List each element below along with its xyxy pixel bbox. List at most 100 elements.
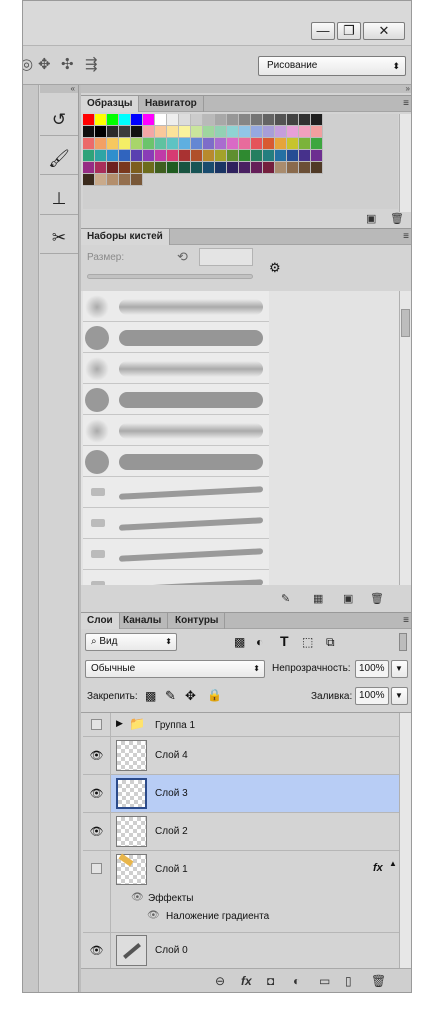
brush-preset-item[interactable]	[83, 539, 269, 570]
grid-view-icon[interactable]: ▦	[313, 592, 323, 605]
color-swatch[interactable]	[215, 126, 227, 138]
color-swatch[interactable]	[143, 126, 155, 138]
panels-collapse-bar[interactable]: »	[81, 85, 411, 93]
color-swatch[interactable]	[95, 162, 107, 174]
color-swatch[interactable]	[167, 114, 179, 126]
color-swatch[interactable]	[287, 114, 299, 126]
color-swatch[interactable]	[119, 162, 131, 174]
color-swatch[interactable]	[299, 150, 311, 162]
effect-gradient-overlay[interactable]: Наложение градиента	[166, 911, 269, 922]
color-swatch[interactable]	[167, 162, 179, 174]
color-swatch[interactable]	[143, 138, 155, 150]
color-swatch[interactable]	[299, 138, 311, 150]
scroll-thumb[interactable]	[401, 309, 410, 337]
lock-position-icon[interactable]: ✥	[185, 688, 196, 704]
adjustment-layer-icon[interactable]: ◐	[293, 974, 300, 988]
color-swatch[interactable]	[239, 162, 251, 174]
color-swatch[interactable]	[107, 114, 119, 126]
tab-swatches[interactable]: Образцы	[81, 96, 140, 112]
color-swatch[interactable]	[203, 114, 215, 126]
layer-row-group[interactable]: ▶ 📁 Группа 1	[83, 713, 399, 737]
color-swatch[interactable]	[263, 150, 275, 162]
color-swatch[interactable]	[155, 138, 167, 150]
tab-navigator[interactable]: Навигатор	[139, 96, 204, 112]
color-swatch[interactable]	[203, 126, 215, 138]
link-layers-icon[interactable]: ⊖	[215, 974, 225, 988]
color-swatch[interactable]	[311, 114, 323, 126]
color-swatch[interactable]	[167, 150, 179, 162]
trash-icon[interactable]: 🗑	[370, 592, 384, 605]
color-swatch[interactable]	[107, 162, 119, 174]
layer-filter-select[interactable]: ⌕ Вид ⬍	[85, 633, 177, 651]
color-swatch[interactable]	[311, 150, 323, 162]
new-preset-icon[interactable]: ▣	[343, 592, 353, 605]
pixel-filter-icon[interactable]: ▩	[234, 635, 245, 649]
brush-toggle-icon[interactable]: ✎	[281, 592, 290, 605]
3d-roll-icon[interactable]: ✥	[38, 56, 51, 74]
color-swatch[interactable]	[83, 150, 95, 162]
color-swatch[interactable]	[83, 126, 95, 138]
fill-dropdown[interactable]: ▼	[391, 687, 408, 705]
color-swatch[interactable]	[251, 150, 263, 162]
brush-preset-item[interactable]	[83, 446, 269, 477]
new-swatch-icon[interactable]: ▣	[366, 212, 376, 225]
color-swatch[interactable]	[227, 138, 239, 150]
color-swatch[interactable]	[83, 138, 95, 150]
swatches-scrollbar[interactable]	[399, 114, 411, 212]
color-swatch[interactable]	[155, 150, 167, 162]
lock-all-icon[interactable]: 🔒	[207, 688, 222, 702]
layer-row-selected[interactable]: 👁 Слой 3	[83, 775, 399, 813]
brush-preset-item[interactable]	[83, 570, 269, 585]
color-swatch[interactable]	[179, 162, 191, 174]
color-swatch[interactable]	[131, 174, 143, 186]
color-swatch[interactable]	[227, 126, 239, 138]
color-swatch[interactable]	[155, 126, 167, 138]
color-swatch[interactable]	[215, 138, 227, 150]
color-swatch[interactable]	[275, 114, 287, 126]
eye-icon[interactable]: 👁	[83, 813, 111, 850]
color-swatch[interactable]	[263, 114, 275, 126]
minimize-button[interactable]: —	[311, 22, 335, 40]
3d-pan-icon[interactable]: ✣	[61, 56, 74, 74]
color-swatch[interactable]	[83, 162, 95, 174]
color-swatch[interactable]	[227, 150, 239, 162]
eye-icon[interactable]: 👁	[147, 910, 160, 921]
color-swatch[interactable]	[203, 138, 215, 150]
color-swatch[interactable]	[179, 114, 191, 126]
new-layer-icon[interactable]: ▯	[345, 974, 352, 988]
color-swatch[interactable]	[215, 162, 227, 174]
size-slider[interactable]	[87, 274, 253, 279]
color-swatch[interactable]	[239, 114, 251, 126]
opacity-dropdown[interactable]: ▼	[391, 660, 408, 678]
color-swatch[interactable]	[191, 126, 203, 138]
restore-button[interactable]: ❐	[337, 22, 361, 40]
filter-toggle[interactable]	[399, 633, 407, 651]
eye-icon[interactable]: 👁	[83, 933, 111, 968]
color-swatch[interactable]	[131, 126, 143, 138]
color-swatch[interactable]	[155, 114, 167, 126]
expand-triangle-icon[interactable]: ▶	[116, 718, 123, 729]
color-swatch[interactable]	[191, 150, 203, 162]
color-swatch[interactable]	[239, 150, 251, 162]
close-button[interactable]: ✕	[363, 22, 405, 40]
color-swatch[interactable]	[179, 150, 191, 162]
color-swatch[interactable]	[203, 162, 215, 174]
color-swatch[interactable]	[131, 150, 143, 162]
color-swatch[interactable]	[191, 114, 203, 126]
3d-rotate-icon[interactable]: ◎	[23, 56, 33, 74]
color-swatch[interactable]	[131, 114, 143, 126]
color-swatch[interactable]	[143, 114, 155, 126]
color-swatch[interactable]	[155, 162, 167, 174]
color-swatch[interactable]	[179, 126, 191, 138]
brush-preset-item[interactable]	[83, 384, 269, 415]
brush-preset-item[interactable]	[83, 508, 269, 539]
lock-pixels-icon[interactable]: ✎	[165, 688, 176, 704]
blend-mode-select[interactable]: Обычные ⬍	[85, 660, 265, 678]
panel-menu-icon[interactable]: ≡	[403, 230, 409, 243]
color-swatch[interactable]	[83, 174, 95, 186]
trash-icon[interactable]: 🗑	[371, 974, 386, 988]
brushes-scrollbar[interactable]	[399, 291, 411, 585]
color-swatch[interactable]	[215, 114, 227, 126]
adjustment-filter-icon[interactable]: ◐	[256, 635, 263, 649]
color-swatch[interactable]	[275, 162, 287, 174]
